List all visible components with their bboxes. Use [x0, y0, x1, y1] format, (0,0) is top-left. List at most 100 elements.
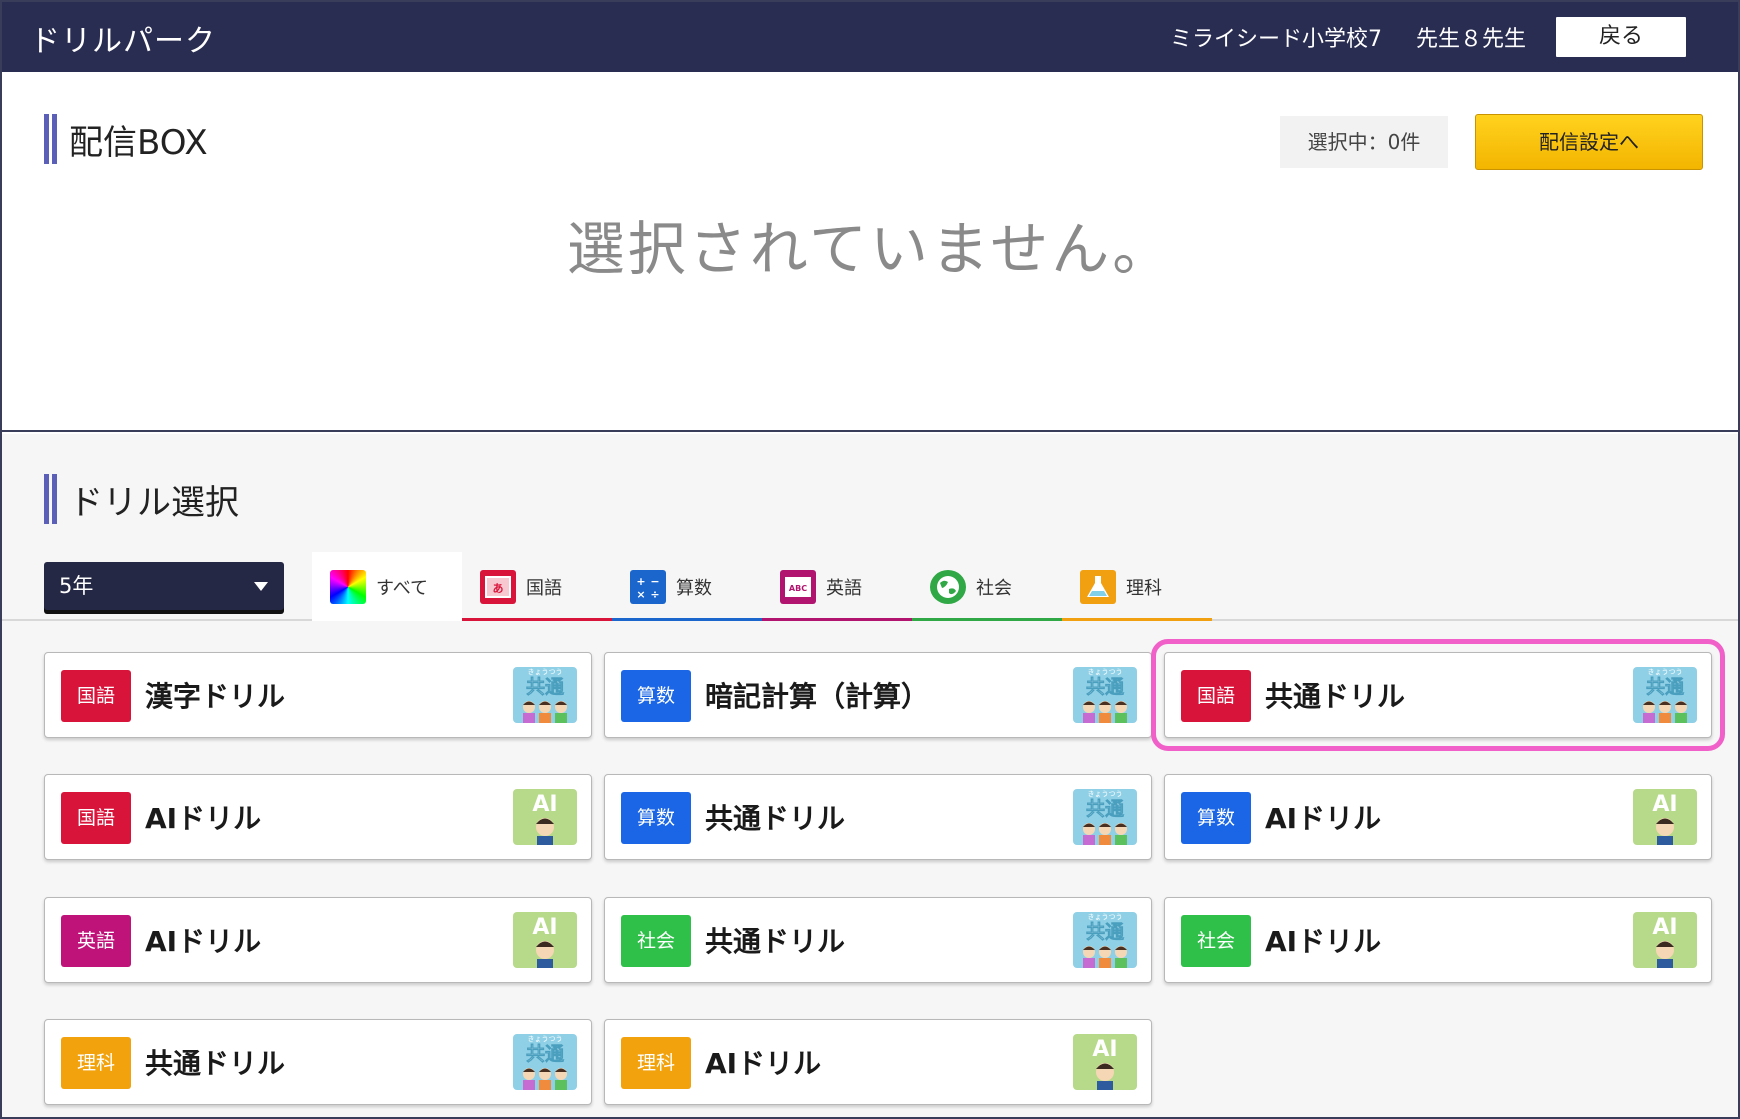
- tab-label: すべて: [376, 577, 429, 599]
- drill-name: AIドリル: [145, 925, 262, 958]
- common-drill-icon: きょうつう 共通: [513, 1034, 577, 1090]
- subject-badge: 英語: [61, 915, 131, 967]
- ai-icon-text: AI: [532, 915, 557, 940]
- school-name: ミライシード小学校7: [1170, 27, 1382, 52]
- common-icon-text: 共通: [1086, 798, 1125, 820]
- subject-badge: 算数: [1181, 792, 1251, 844]
- svg-text:ABC: ABC: [789, 584, 807, 593]
- common-drill-icon: きょうつう 共通: [1073, 912, 1137, 968]
- subject-badge: 国語: [1181, 670, 1251, 722]
- ai-drill-icon: AI: [1073, 1034, 1137, 1090]
- ai-drill-icon: AI: [1633, 789, 1697, 845]
- title-bar-icon: [44, 474, 57, 524]
- svg-text:×: ×: [636, 588, 645, 601]
- svg-text:−: −: [650, 575, 659, 588]
- tab-label: 理科: [1126, 577, 1162, 599]
- drill-name: AIドリル: [145, 802, 262, 835]
- common-icon-ruby: きょうつう: [1088, 668, 1123, 676]
- common-icon-ruby: きょうつう: [1648, 668, 1683, 676]
- drill-name: 暗記計算（計算）: [705, 680, 930, 713]
- tab-label: 算数: [676, 577, 712, 599]
- grade-select-value: 5年: [59, 574, 94, 598]
- app-frame: ドリルパーク ミライシード小学校7 先生８先生 戻る 配信BOX 選択中：0件 …: [0, 0, 1740, 1119]
- subject-badge: 社会: [1181, 915, 1251, 967]
- drill-selection-title-text: ドリル選択: [69, 482, 239, 523]
- distribution-box-title: 配信BOX: [44, 114, 208, 164]
- ai-drill-icon: AI: [1633, 912, 1697, 968]
- drill-card[interactable]: 国語 漢字ドリル きょうつう 共通: [44, 652, 592, 738]
- tab-kokugo[interactable]: あ 国語: [462, 552, 612, 621]
- drill-card[interactable]: 国語 AIドリル AI: [44, 774, 592, 860]
- common-icon-text: 共通: [526, 1043, 565, 1065]
- drill-name: AIドリル: [705, 1047, 822, 1080]
- ai-icon-text: AI: [1652, 792, 1677, 817]
- common-icon-text: 共通: [1086, 676, 1125, 698]
- subject-badge: 算数: [621, 670, 691, 722]
- ai-drill-icon: AI: [513, 912, 577, 968]
- title-bar-icon: [44, 114, 57, 164]
- tab-underline: [612, 618, 762, 621]
- common-drill-icon: きょうつう 共通: [1633, 667, 1697, 723]
- subject-badge: 国語: [61, 670, 131, 722]
- distribution-box-section: 配信BOX 選択中：0件 配信設定へ 選択されていません。: [2, 72, 1738, 432]
- tab-underline: [1062, 618, 1212, 621]
- drill-selection-title: ドリル選択: [44, 474, 239, 524]
- drill-card[interactable]: 算数 暗記計算（計算） きょうつう 共通: [604, 652, 1152, 738]
- drill-card[interactable]: 国語 共通ドリル きょうつう 共通: [1151, 639, 1725, 751]
- teacher-name: 先生８先生: [1415, 27, 1526, 52]
- kokugo-book-icon: あ: [480, 569, 516, 604]
- tab-label: 社会: [976, 577, 1012, 599]
- app-title: ドリルパーク: [30, 24, 216, 59]
- caret-down-icon: [254, 582, 268, 591]
- drill-card[interactable]: 理科 AIドリル AI: [604, 1019, 1152, 1105]
- back-button[interactable]: 戻る: [1554, 15, 1688, 59]
- top-bar: ドリルパーク ミライシード小学校7 先生８先生 戻る: [2, 2, 1738, 72]
- drill-card[interactable]: 英語 AIドリル AI: [44, 897, 592, 983]
- selected-count: 選択中：0件: [1280, 116, 1448, 168]
- tab-label: 国語: [526, 577, 562, 599]
- drill-card[interactable]: 社会 AIドリル AI: [1164, 897, 1712, 983]
- tab-underline: [912, 618, 1062, 621]
- drill-card[interactable]: 理科 共通ドリル きょうつう 共通: [44, 1019, 592, 1105]
- drill-card[interactable]: 社会 共通ドリル きょうつう 共通: [604, 897, 1152, 983]
- distribution-settings-button[interactable]: 配信設定へ: [1475, 114, 1703, 170]
- drill-name: 共通ドリル: [705, 925, 846, 958]
- common-icon-text: 共通: [1646, 676, 1685, 698]
- tab-all[interactable]: すべて: [312, 552, 462, 621]
- subject-badge: 算数: [621, 792, 691, 844]
- subject-badge: 理科: [61, 1037, 131, 1089]
- common-icon-ruby: きょうつう: [528, 668, 563, 676]
- subject-badge: 社会: [621, 915, 691, 967]
- common-icon-text: 共通: [1086, 921, 1125, 943]
- rainbow-icon: [330, 569, 366, 604]
- math-operators-icon: + − × ÷: [630, 569, 666, 604]
- tab-rika[interactable]: 理科: [1062, 552, 1212, 621]
- tab-label: 英語: [826, 577, 862, 599]
- common-icon-ruby: きょうつう: [528, 1035, 563, 1043]
- ai-icon-text: AI: [532, 792, 557, 817]
- abc-book-icon: ABC: [780, 569, 816, 604]
- drill-name: AIドリル: [1265, 802, 1382, 835]
- tab-eigo[interactable]: ABC 英語: [762, 552, 912, 621]
- globe-icon: [930, 569, 966, 604]
- tab-underline: [462, 618, 612, 621]
- flask-icon: [1080, 569, 1116, 604]
- drill-name: 漢字ドリル: [145, 680, 286, 713]
- drill-selection-section: ドリル選択 5年 すべて あ 国語 + − × ÷ 算数 ABC 英語 社会 理…: [2, 434, 1738, 1117]
- tab-underline: [762, 618, 912, 621]
- empty-message: 選択されていません。: [566, 215, 1174, 283]
- drill-name: AIドリル: [1265, 925, 1382, 958]
- svg-text:÷: ÷: [650, 588, 659, 601]
- ai-icon-text: AI: [1652, 915, 1677, 940]
- subject-badge: 理科: [621, 1037, 691, 1089]
- subject-badge: 国語: [61, 792, 131, 844]
- drill-card[interactable]: 算数 共通ドリル きょうつう 共通: [604, 774, 1152, 860]
- tab-shakai[interactable]: 社会: [912, 552, 1062, 621]
- tab-sansu[interactable]: + − × ÷ 算数: [612, 552, 762, 621]
- distribution-box-title-text: 配信BOX: [69, 122, 208, 163]
- common-icon-ruby: きょうつう: [1088, 913, 1123, 921]
- grade-select[interactable]: 5年: [44, 562, 284, 610]
- svg-text:あ: あ: [493, 582, 504, 595]
- drill-card[interactable]: 算数 AIドリル AI: [1164, 774, 1712, 860]
- common-icon-ruby: きょうつう: [1088, 790, 1123, 798]
